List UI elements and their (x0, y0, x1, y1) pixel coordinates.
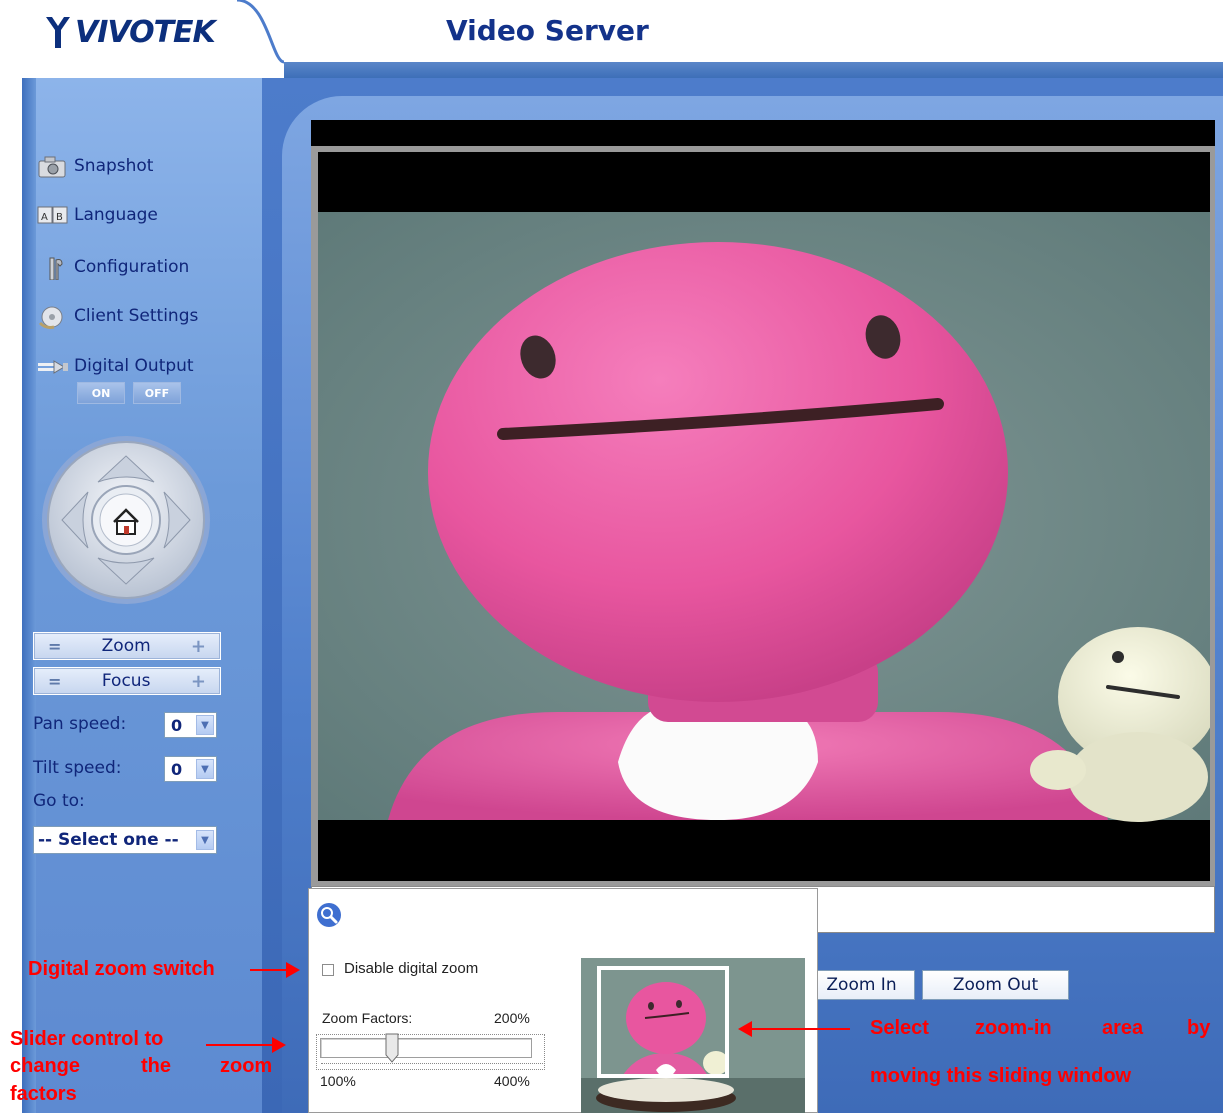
arrow-right-icon (286, 962, 300, 978)
slider-thumb[interactable] (385, 1033, 399, 1063)
chevron-down-icon: ▼ (196, 715, 214, 735)
ptz-control-pad[interactable] (40, 434, 212, 606)
disc-icon (38, 306, 63, 329)
zoom-factor-value: 200% (494, 1010, 530, 1026)
zoom-min-label: 100% (320, 1073, 356, 1089)
stage: { "header": { "logo_text": "VIVOTEK", "t… (0, 0, 1223, 1113)
magnifier-icon[interactable] (316, 902, 342, 928)
goto-value: -- Select one -- (38, 830, 179, 850)
zoom-in-button[interactable]: Zoom In (808, 970, 915, 1000)
live-video[interactable] (318, 152, 1210, 881)
annotation-slider-line3: factors (10, 1083, 77, 1105)
logo-text: VIVOTEK (75, 15, 216, 50)
annotation-select-line2: moving this sliding window (870, 1065, 1132, 1087)
focus-plus-icon[interactable]: + (191, 671, 206, 692)
annotation-slider-word: change (10, 1055, 81, 1077)
digital-output-on-button[interactable]: ON (77, 382, 125, 404)
focus-control-bar: = Focus + (33, 667, 221, 695)
annotation-digital-zoom-switch: Digital zoom switch (28, 958, 215, 980)
video-image (318, 152, 1210, 881)
pan-speed-value: 0 (171, 715, 183, 735)
tilt-speed-label: Tilt speed: (33, 758, 122, 778)
arrow-right-icon (272, 1037, 286, 1053)
logo-mark-icon (46, 16, 70, 48)
disable-digital-zoom-checkbox[interactable] (322, 964, 334, 976)
sidebar-item-label: Snapshot (74, 156, 154, 176)
goto-preset-select[interactable]: -- Select one -- ▼ (33, 826, 217, 854)
zoom-out-button[interactable]: Zoom Out (922, 970, 1069, 1000)
sidebar-item-configuration[interactable]: Configuration (36, 253, 189, 281)
thumbnail-image (581, 958, 805, 1113)
annotation-select-word: area (1102, 1017, 1144, 1039)
zoom-plus-icon[interactable]: + (191, 636, 206, 657)
video-title-bar (311, 120, 1215, 146)
focus-label: Focus (101, 671, 151, 691)
zoom-factor-slider[interactable] (320, 1038, 532, 1058)
annotation-slider-word: the (141, 1055, 171, 1077)
annotation-arrow-line (206, 1044, 274, 1046)
goto-label: Go to: (33, 791, 85, 811)
zoom-max-label: 400% (494, 1073, 530, 1089)
page-title: Video Server (446, 14, 649, 47)
chevron-down-icon: ▼ (196, 830, 214, 850)
pan-speed-label: Pan speed: (33, 714, 127, 734)
digital-output-off-button[interactable]: OFF (133, 382, 181, 404)
annotation-slider-line1: Slider control to (10, 1028, 164, 1050)
focus-minus-icon[interactable]: = (48, 672, 61, 691)
camera-icon (38, 156, 66, 178)
sidebar-item-client-settings[interactable]: Client Settings (36, 302, 198, 330)
sidebar-item-label: Configuration (74, 257, 190, 277)
chevron-down-icon: ▼ (196, 759, 214, 779)
disable-digital-zoom-label: Disable digital zoom (344, 960, 479, 977)
annotation-select-word: Select (870, 1017, 929, 1039)
language-icon: A B (37, 206, 68, 224)
sidebar-item-label: Language (74, 205, 158, 225)
sidebar-item-digital-output[interactable]: Digital Output (36, 352, 194, 380)
annotation-arrow-line (250, 969, 290, 971)
annotation-arrow-line (750, 1028, 850, 1030)
pan-speed-select[interactable]: 0 ▼ (164, 712, 217, 738)
sidebar-item-label: Client Settings (74, 306, 199, 326)
tilt-speed-select[interactable]: 0 ▼ (164, 756, 217, 782)
svg-text:B: B (56, 212, 63, 223)
annotation-select-word: by (1187, 1017, 1211, 1039)
sidebar-item-language[interactable]: A B Language (36, 201, 158, 229)
sidebar-item-snapshot[interactable]: Snapshot (36, 152, 153, 180)
zoom-factors-label: Zoom Factors: (322, 1010, 413, 1026)
zoom-label: Zoom (101, 636, 151, 656)
zoom-minus-icon[interactable]: = (48, 637, 61, 656)
sidebar-item-label: Digital Output (74, 356, 194, 376)
annotation-slider-word: zoom (220, 1055, 273, 1077)
plug-icon (38, 360, 68, 374)
slider-ticks (321, 1063, 543, 1069)
zoom-control-bar: = Zoom + (33, 632, 221, 660)
tilt-speed-value: 0 (171, 759, 183, 779)
tools-icon (49, 257, 63, 280)
svg-text:A: A (41, 212, 48, 223)
annotation-select-word: zoom-in (975, 1017, 1052, 1039)
zoom-area-thumbnail[interactable] (581, 958, 805, 1113)
vivotek-logo[interactable]: VIVOTEK (45, 10, 216, 55)
